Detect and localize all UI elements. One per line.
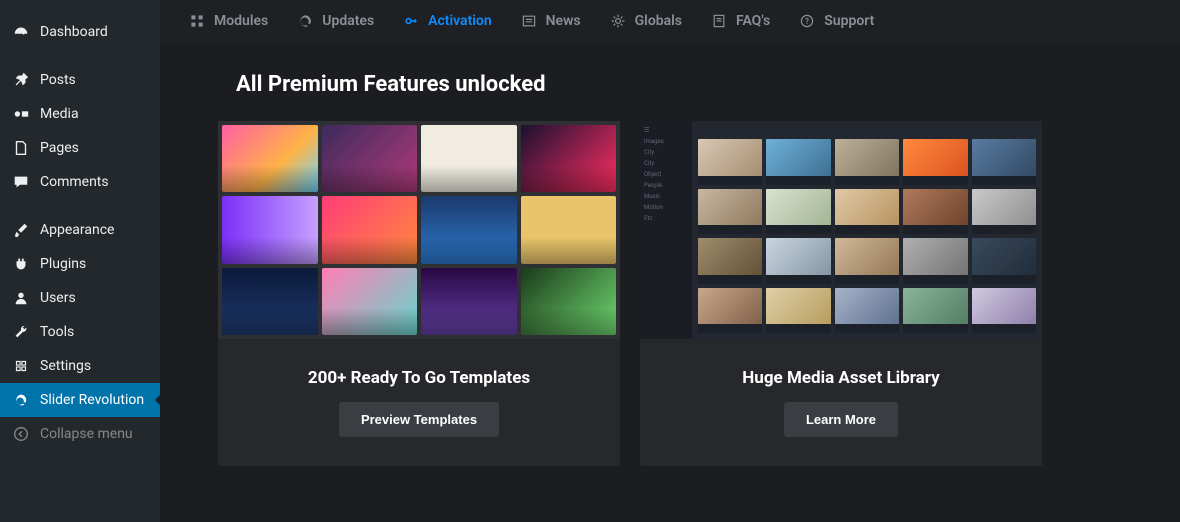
wp-admin-sidebar: Dashboard Posts Media Pages Comments App… xyxy=(0,0,160,522)
card-assets: ☰ImagesCityCityObjectPeopleMusicMotionEt… xyxy=(640,121,1042,466)
pin-icon xyxy=(12,71,30,89)
faq-icon xyxy=(710,12,728,30)
sidebar-item-posts[interactable]: Posts xyxy=(0,63,160,97)
tab-activation[interactable]: Activation xyxy=(402,12,492,30)
sidebar-item-users[interactable]: Users xyxy=(0,281,160,315)
sidebar-label: Users xyxy=(40,290,76,306)
key-icon xyxy=(402,12,420,30)
sidebar-item-tools[interactable]: Tools xyxy=(0,315,160,349)
tab-modules[interactable]: Modules xyxy=(188,12,268,30)
tab-globals[interactable]: Globals xyxy=(609,12,682,30)
sidebar-item-settings[interactable]: Settings xyxy=(0,349,160,383)
sidebar-label: Pages xyxy=(40,140,79,156)
sidebar-label: Slider Revolution xyxy=(40,392,144,408)
gear-icon xyxy=(609,12,627,30)
card-image-templates xyxy=(218,121,620,339)
sidebar-label: Collapse menu xyxy=(40,426,133,442)
tab-faqs[interactable]: FAQ's xyxy=(710,12,770,30)
sidebar-item-appearance[interactable]: Appearance xyxy=(0,213,160,247)
tab-support[interactable]: ? Support xyxy=(798,12,874,30)
sidebar-item-media[interactable]: Media xyxy=(0,97,160,131)
learn-more-button[interactable]: Learn More xyxy=(784,402,898,437)
tab-label: Modules xyxy=(214,13,268,29)
media-icon xyxy=(12,105,30,123)
sidebar-item-comments[interactable]: Comments xyxy=(0,165,160,199)
sidebar-item-slider-revolution[interactable]: Slider Revolution xyxy=(0,383,160,417)
sidebar-label: Comments xyxy=(40,174,109,190)
sidebar-label: Media xyxy=(40,106,79,122)
pages-icon xyxy=(12,139,30,157)
help-icon: ? xyxy=(798,12,816,30)
feature-cards: 200+ Ready To Go Templates Preview Templ… xyxy=(218,121,1120,466)
card-title: Huge Media Asset Library xyxy=(742,368,939,388)
page-title: All Premium Features unlocked xyxy=(236,72,1120,97)
collapse-icon xyxy=(12,425,30,443)
brush-icon xyxy=(12,221,30,239)
content-area: All Premium Features unlocked xyxy=(160,42,1180,496)
tab-label: Globals xyxy=(635,13,682,29)
tab-news[interactable]: News xyxy=(520,12,581,30)
top-nav: Modules Updates Activation News Globals … xyxy=(160,0,1180,42)
update-icon xyxy=(296,12,314,30)
tab-label: Support xyxy=(824,13,874,29)
tab-label: FAQ's xyxy=(736,13,770,29)
refresh-icon xyxy=(12,391,30,409)
comments-icon xyxy=(12,173,30,191)
card-title: 200+ Ready To Go Templates xyxy=(308,368,530,388)
svg-text:?: ? xyxy=(805,17,809,26)
main-panel: Modules Updates Activation News Globals … xyxy=(160,0,1180,522)
wrench-icon xyxy=(12,323,30,341)
sidebar-label: Dashboard xyxy=(40,24,108,40)
user-icon xyxy=(12,289,30,307)
grid-icon xyxy=(188,12,206,30)
sidebar-item-plugins[interactable]: Plugins xyxy=(0,247,160,281)
sidebar-collapse[interactable]: Collapse menu xyxy=(0,417,160,451)
sidebar-item-pages[interactable]: Pages xyxy=(0,131,160,165)
preview-templates-button[interactable]: Preview Templates xyxy=(339,402,499,437)
tab-label: News xyxy=(546,13,581,29)
sidebar-item-dashboard[interactable]: Dashboard xyxy=(0,15,160,49)
sidebar-label: Plugins xyxy=(40,256,86,272)
tab-label: Activation xyxy=(428,13,492,29)
tab-updates[interactable]: Updates xyxy=(296,12,374,30)
sidebar-label: Settings xyxy=(40,358,91,374)
tab-label: Updates xyxy=(322,13,374,29)
news-icon xyxy=(520,12,538,30)
plug-icon xyxy=(12,255,30,273)
card-templates: 200+ Ready To Go Templates Preview Templ… xyxy=(218,121,620,466)
settings-icon xyxy=(12,357,30,375)
card-image-assets: ☰ImagesCityCityObjectPeopleMusicMotionEt… xyxy=(640,121,1042,339)
sidebar-label: Appearance xyxy=(40,222,114,238)
dashboard-icon xyxy=(12,23,30,41)
sidebar-label: Tools xyxy=(40,324,74,340)
sidebar-label: Posts xyxy=(40,72,76,88)
